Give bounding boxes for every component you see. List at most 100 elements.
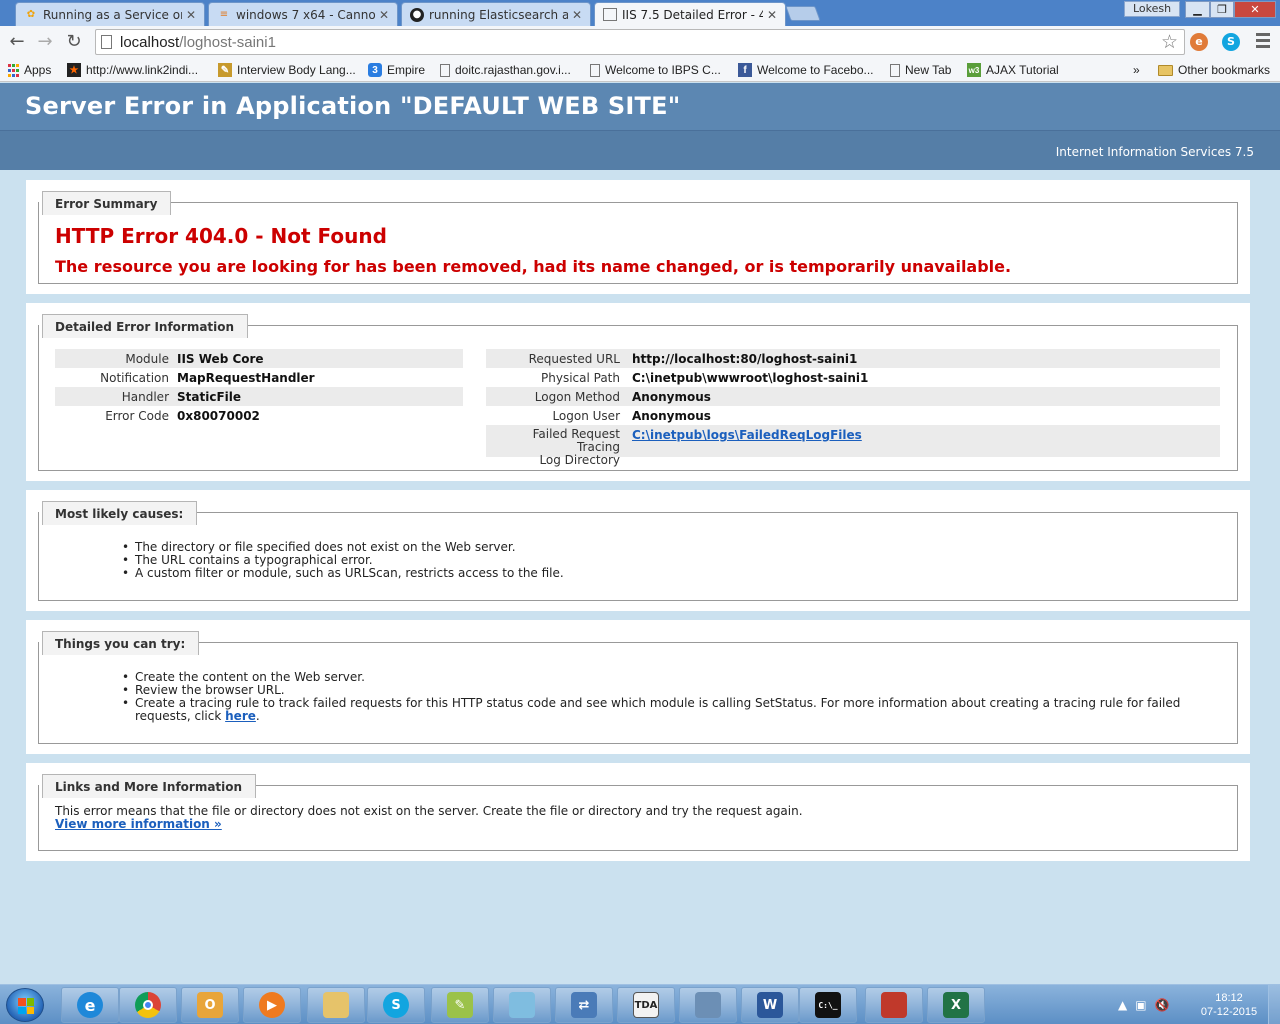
section-legend: Things you can try: bbox=[42, 631, 200, 655]
star-favicon-icon: ★ bbox=[67, 63, 81, 77]
file-explorer-icon bbox=[323, 992, 349, 1018]
view-more-information-link[interactable]: View more information » bbox=[55, 817, 222, 831]
edit-favicon-icon: ✎ bbox=[218, 63, 232, 77]
taskbar-word[interactable]: W bbox=[741, 987, 799, 1023]
taskbar-chrome[interactable] bbox=[119, 987, 177, 1023]
taskbar-teradata[interactable]: TDA bbox=[617, 987, 675, 1023]
detail-row: Logon Method Anonymous bbox=[486, 387, 1220, 406]
minimize-button[interactable]: ▁ bbox=[1185, 1, 1210, 18]
clock[interactable]: 18:12 07-12-2015 bbox=[1196, 991, 1262, 1019]
taskbar-skype[interactable]: S bbox=[367, 987, 425, 1023]
clock-date: 07-12-2015 bbox=[1200, 1006, 1258, 1018]
taskbar-media-player[interactable]: ▶ bbox=[243, 987, 301, 1023]
media-player-icon: ▶ bbox=[259, 992, 285, 1018]
profile-button[interactable]: Lokesh bbox=[1124, 1, 1180, 17]
new-tab-button[interactable] bbox=[785, 6, 821, 21]
list-item: A custom filter or module, such as URLSc… bbox=[122, 567, 564, 581]
bookmarks-bar: Apps ★ http://www.link2indi... ✎ Intervi… bbox=[0, 60, 1280, 82]
bookmark-ibps[interactable]: Welcome to IBPS C... bbox=[590, 63, 721, 77]
bookmarks-overflow-button[interactable]: » bbox=[1133, 63, 1140, 77]
outlook-icon: O bbox=[197, 992, 223, 1018]
word-icon: W bbox=[757, 992, 783, 1018]
tracing-rule-here-link[interactable]: here bbox=[225, 709, 256, 723]
taskbar-notepad[interactable] bbox=[493, 987, 551, 1023]
page-header: Server Error in Application "DEFAULT WEB… bbox=[0, 83, 1280, 130]
facebook-icon: f bbox=[738, 63, 752, 77]
bookmark-apps[interactable]: Apps bbox=[7, 63, 51, 77]
taskbar-file-explorer[interactable] bbox=[307, 987, 365, 1023]
tab-stackoverflow[interactable]: ≡ windows 7 x64 - Cannot st ✕ bbox=[208, 2, 398, 26]
address-bar[interactable]: localhost/loghost-saini1 ☆ bbox=[95, 29, 1185, 55]
taskbar-notepad-plus[interactable]: ✎ bbox=[431, 987, 489, 1023]
page-icon bbox=[890, 63, 900, 77]
taskbar-toolbox[interactable] bbox=[865, 987, 923, 1023]
bookmark-interview-body-language[interactable]: ✎ Interview Body Lang... bbox=[218, 63, 356, 77]
url-text: localhost/loghost-saini1 bbox=[120, 34, 276, 51]
page-icon bbox=[603, 8, 617, 21]
skype-icon: S bbox=[383, 992, 409, 1018]
detail-row: Error Code 0x80070002 bbox=[105, 409, 260, 423]
apps-grid-icon bbox=[7, 63, 19, 77]
bookmark-ajax-tutorial[interactable]: w3 AJAX Tutorial bbox=[967, 63, 1059, 77]
close-icon[interactable]: ✕ bbox=[379, 8, 389, 22]
reload-button[interactable]: ↻ bbox=[62, 30, 86, 54]
taskbar-excel[interactable]: X bbox=[927, 987, 985, 1023]
tab-title: windows 7 x64 - Cannot st bbox=[236, 7, 375, 22]
forward-button[interactable]: → bbox=[33, 30, 57, 54]
try-list: Create the content on the Web server. Re… bbox=[122, 671, 1225, 723]
taskbar-internet-explorer[interactable]: e bbox=[61, 987, 119, 1023]
restore-button[interactable]: ❐ bbox=[1210, 1, 1234, 18]
teradata-icon: TDA bbox=[633, 992, 659, 1018]
detail-row: Failed Request Tracing Log Directory C:\i… bbox=[486, 425, 1220, 467]
tab-elastic-service[interactable]: ✿ Running as a Service on W ✕ bbox=[15, 2, 205, 26]
close-icon[interactable]: ✕ bbox=[767, 8, 777, 22]
section-legend: Most likely causes: bbox=[42, 501, 198, 525]
error-description: The resource you are looking for has bee… bbox=[55, 257, 1012, 276]
show-desktop-button[interactable] bbox=[1268, 985, 1280, 1024]
start-button[interactable] bbox=[6, 988, 44, 1022]
failed-request-log-link[interactable]: C:\inetpub\logs\FailedReqLogFiles bbox=[632, 428, 862, 442]
taskbar-iis-manager[interactable] bbox=[679, 987, 737, 1023]
error-summary-fieldset: Error Summary HTTP Error 404.0 - Not Fou… bbox=[38, 191, 1238, 284]
close-icon[interactable]: ✕ bbox=[186, 8, 196, 22]
chrome-menu-icon[interactable] bbox=[1256, 30, 1272, 52]
volume-muted-icon[interactable]: 🔇 bbox=[1155, 998, 1170, 1012]
detail-row: Module IIS Web Core bbox=[55, 349, 463, 368]
iis-manager-icon bbox=[695, 992, 721, 1018]
detailed-error-panel: Detailed Error Information Module IIS We… bbox=[26, 303, 1250, 481]
links-panel: Links and More Information This error me… bbox=[26, 763, 1250, 861]
close-icon[interactable]: ✕ bbox=[572, 8, 582, 22]
bookmark-doitc[interactable]: doitc.rajasthan.gov.i... bbox=[440, 63, 571, 77]
bookmark-facebook[interactable]: f Welcome to Facebo... bbox=[738, 63, 874, 77]
extension-icon[interactable]: e bbox=[1190, 33, 1208, 51]
tray-expand-icon[interactable]: ▲ bbox=[1118, 998, 1127, 1012]
taskbar-network[interactable]: ⇄ bbox=[555, 987, 613, 1023]
bookmark-other-bookmarks[interactable]: Other bookmarks bbox=[1158, 63, 1270, 77]
taskbar-command-prompt[interactable]: C:\_ bbox=[799, 987, 857, 1023]
window-close-button[interactable]: ✕ bbox=[1234, 1, 1276, 18]
network-tray-icon[interactable]: ▣ bbox=[1135, 998, 1146, 1012]
notepad-plus-icon: ✎ bbox=[447, 992, 473, 1018]
detail-row: Logon User Anonymous bbox=[552, 409, 711, 423]
detail-row: Handler StaticFile bbox=[55, 387, 463, 406]
causes-panel: Most likely causes: The directory or fil… bbox=[26, 490, 1250, 611]
bookmark-empire[interactable]: 3 Empire bbox=[368, 63, 425, 77]
bookmark-new-tab[interactable]: New Tab bbox=[890, 63, 951, 77]
tab-github[interactable]: ● running Elasticsearch as a ✕ bbox=[401, 2, 591, 26]
tab-title: Running as a Service on W bbox=[43, 7, 182, 22]
empire-favicon-icon: 3 bbox=[368, 63, 382, 77]
taskbar-outlook[interactable]: O bbox=[181, 987, 239, 1023]
system-tray: ▲ ▣ 🔇 bbox=[1112, 990, 1192, 1020]
page-icon bbox=[590, 63, 600, 77]
page-subheader: Internet Information Services 7.5 bbox=[0, 130, 1280, 170]
browser-titlebar: ✿ Running as a Service on W ✕ ≡ windows … bbox=[0, 0, 1280, 26]
tab-iis-error[interactable]: IIS 7.5 Detailed Error - 404 ✕ bbox=[594, 2, 786, 26]
skype-extension-icon[interactable]: S bbox=[1222, 33, 1240, 51]
bookmark-link2india[interactable]: ★ http://www.link2indi... bbox=[67, 63, 198, 77]
list-item: Create the content on the Web server. bbox=[122, 671, 1225, 685]
bookmark-star-icon[interactable]: ☆ bbox=[1161, 31, 1178, 53]
error-title: HTTP Error 404.0 - Not Found bbox=[55, 224, 387, 248]
elastic-icon: ✿ bbox=[26, 9, 36, 20]
section-legend: Detailed Error Information bbox=[42, 314, 249, 338]
back-button[interactable]: ← bbox=[5, 30, 29, 54]
